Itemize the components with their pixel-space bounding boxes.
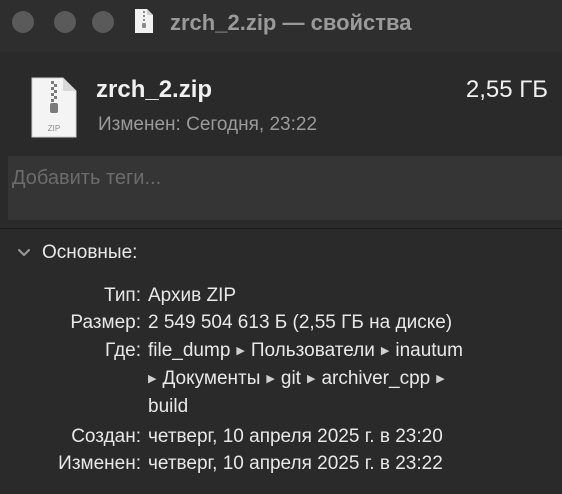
path-segment: archiver_cpp: [321, 368, 431, 389]
file-name: zrch_2.zip: [96, 76, 213, 103]
size-value: 2 549 504 613 Б (2,55 ГБ на диске): [148, 312, 453, 333]
path-segment: git: [280, 368, 301, 389]
window-title: zrch_2.zip — свойства: [170, 10, 412, 35]
path-arrow-icon: ▶: [306, 373, 316, 385]
general-section-toggle[interactable]: Основные:: [16, 240, 137, 266]
document-icon: [135, 9, 153, 33]
section-title: Основные:: [42, 242, 138, 263]
zip-file-icon: ZIP: [31, 77, 77, 138]
modified-summary-value: Сегодня, 23:22: [186, 114, 318, 135]
path-arrow-icon: ▶: [148, 373, 157, 385]
path-arrow-icon: ▶: [266, 373, 275, 385]
path-segment: Документы: [162, 368, 261, 389]
created-value: четверг, 10 апреля 2025 г. в 23:20: [148, 426, 443, 447]
chevron-down-icon: [18, 249, 30, 256]
modified-value: четверг, 10 апреля 2025 г. в 23:22: [148, 453, 443, 474]
tags-input[interactable]: [8, 156, 562, 220]
path-arrow-icon: ▶: [236, 345, 245, 357]
path-arrow-icon: ▶: [436, 373, 445, 385]
modified-summary-label: Изменен:: [98, 114, 181, 135]
path-arrow-icon: ▶: [380, 345, 390, 357]
path-segment: build: [148, 396, 189, 417]
close-window-button[interactable]: [12, 11, 34, 33]
modified-summary: Изменен: Сегодня, 23:22: [98, 114, 317, 136]
type-value: Архив ZIP: [148, 285, 237, 306]
size-label: Размер:: [70, 312, 141, 333]
title-bar: zrch_2.zip — свойства: [0, 0, 562, 52]
zip-badge: ZIP: [48, 124, 60, 133]
path-segment: file_dump: [148, 340, 231, 361]
file-size: 2,55 ГБ: [465, 76, 548, 103]
created-label: Создан:: [71, 426, 141, 447]
path: file_dump ▶ Пользователи ▶ inautum ▶ Документ…: [148, 337, 548, 420]
path-segment: Пользователи: [250, 340, 375, 361]
minimize-window-button[interactable]: [54, 11, 76, 33]
type-label: Тип:: [104, 285, 141, 306]
path-segment: inautum: [395, 340, 463, 361]
where-label: Где:: [105, 340, 141, 361]
zoom-window-button[interactable]: [92, 11, 114, 33]
divider: [0, 228, 562, 229]
modified-label: Изменен:: [58, 453, 141, 474]
